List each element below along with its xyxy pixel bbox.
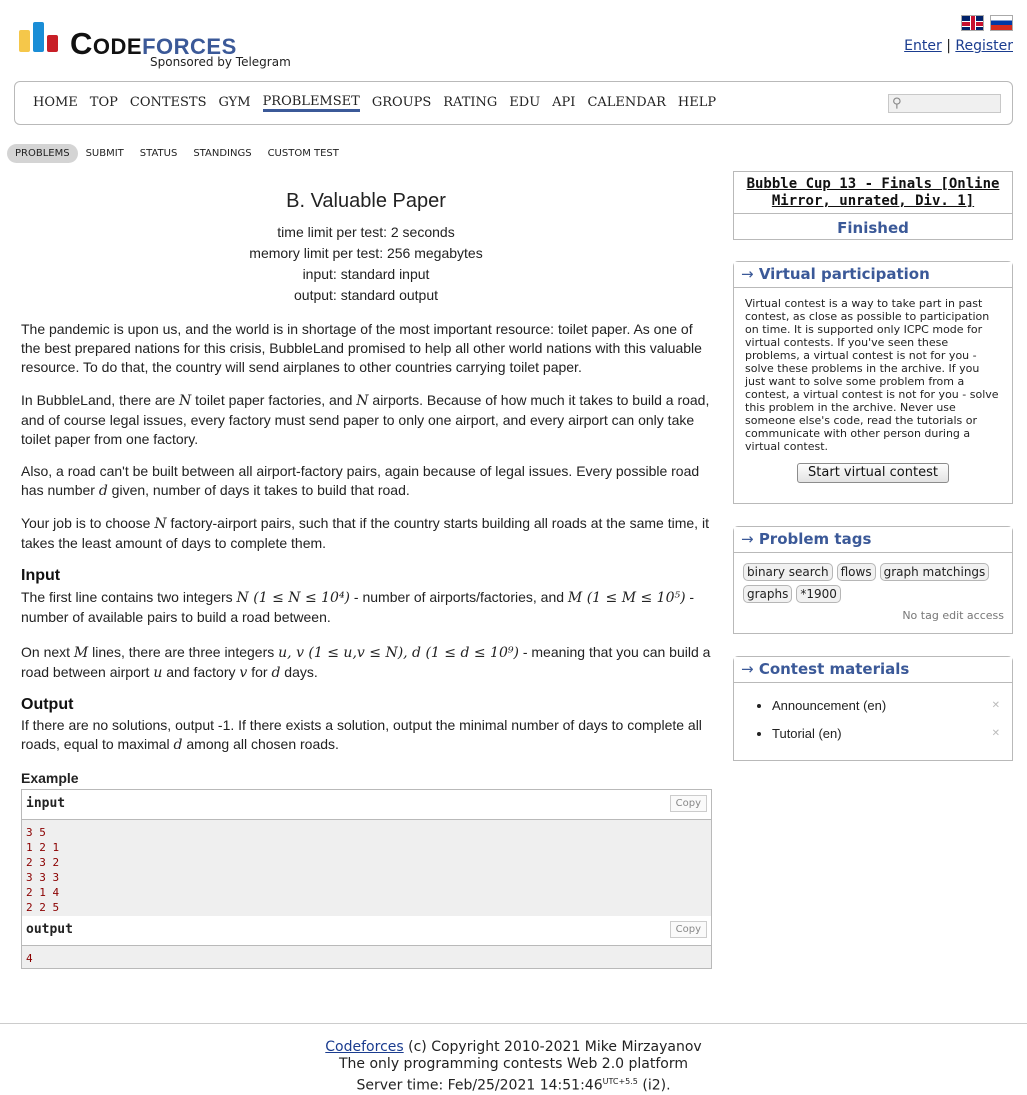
sample-output-box: output Copy 4 bbox=[21, 916, 712, 969]
language-flags bbox=[961, 15, 1013, 31]
example-title: Example bbox=[21, 770, 79, 786]
statement-paragraph-2: In BubbleLand, there are N toilet paper … bbox=[21, 392, 710, 447]
server-timezone: UTC+5.5 bbox=[602, 1077, 638, 1086]
auth-links: Enter | Register bbox=[904, 38, 1013, 54]
time-limit: time limit per test: 2 seconds bbox=[277, 224, 455, 240]
tag-difficulty[interactable]: *1900 bbox=[796, 585, 841, 603]
nav-groups[interactable]: GROUPS bbox=[372, 95, 431, 112]
nav-rating[interactable]: RATING bbox=[443, 95, 497, 112]
statement-paragraph-4: Your job is to choose N factory-airport … bbox=[21, 515, 709, 551]
sponsor-text: Sponsored by Telegram bbox=[150, 55, 291, 69]
problem-tags-box: → Problem tags binary search flows graph… bbox=[733, 526, 1013, 634]
contest-info-box: Bubble Cup 13 - Finals [Online Mirror, u… bbox=[733, 171, 1013, 240]
output-section-title: Output bbox=[21, 696, 74, 713]
server-time: Server time: Feb/25/2021 14:51:46 bbox=[356, 1077, 603, 1094]
virtual-participation-text: Virtual contest is a way to take part in… bbox=[745, 297, 999, 453]
output-spec: output: standard output bbox=[294, 287, 438, 303]
close-icon: ✕ bbox=[991, 700, 1000, 711]
tag-graphs[interactable]: graphs bbox=[743, 585, 793, 603]
footer: Codeforces (c) Copyright 2010-2021 Mike … bbox=[0, 1039, 1027, 1095]
search-icon: ⚲ bbox=[892, 96, 902, 111]
material-announcement-label[interactable]: Announcement (en) bbox=[772, 698, 886, 713]
virtual-participation-box: → Virtual participation Virtual contest … bbox=[733, 261, 1013, 504]
contest-materials-caption: → Contest materials bbox=[734, 657, 1012, 683]
nav-problemset[interactable]: PROBLEMSET bbox=[262, 94, 360, 112]
english-flag-icon[interactable] bbox=[961, 15, 984, 31]
nav-calendar[interactable]: CALENDAR bbox=[587, 95, 665, 112]
tag-edit-note: No tag edit access bbox=[902, 609, 1004, 622]
footer-copyright: (c) Copyright 2010-2021 Mike Mirzayanov bbox=[403, 1039, 702, 1055]
subnav-standings[interactable]: STANDINGS bbox=[185, 144, 259, 163]
statement-paragraph-1: The pandemic is upon us, and the world i… bbox=[21, 321, 702, 375]
sample-input-label: input bbox=[26, 796, 66, 811]
nav-help[interactable]: HELP bbox=[678, 95, 716, 112]
input-paragraph-1: The first line contains two integers N (… bbox=[21, 589, 695, 625]
subnav-status[interactable]: STATUS bbox=[132, 144, 186, 163]
search-input[interactable]: ⚲ bbox=[888, 94, 1001, 113]
tag-binary-search[interactable]: binary search bbox=[743, 563, 833, 581]
problem-tags-caption: → Problem tags bbox=[734, 527, 1012, 553]
server-suffix: (i2). bbox=[637, 1077, 671, 1094]
input-paragraph-2: On next M lines, there are three integer… bbox=[21, 644, 711, 681]
nav-api[interactable]: API bbox=[552, 95, 575, 112]
nav-edu[interactable]: EDU bbox=[509, 95, 540, 112]
russian-flag-icon[interactable] bbox=[990, 15, 1013, 31]
contest-materials-title: Contest materials bbox=[758, 660, 910, 678]
codeforces-logo-icon[interactable] bbox=[19, 22, 61, 52]
arrow-right-icon: → bbox=[741, 530, 754, 548]
subnav-problems[interactable]: PROBLEMS bbox=[7, 144, 78, 163]
subnav-submit[interactable]: SUBMIT bbox=[78, 144, 132, 163]
contest-name-link[interactable]: Bubble Cup 13 - Finals [Online Mirror, u… bbox=[747, 176, 1000, 209]
problem-tags-title: Problem tags bbox=[758, 530, 872, 548]
material-tutorial-label[interactable]: Tutorial (en) bbox=[772, 726, 842, 741]
virtual-participation-title: Virtual participation bbox=[758, 265, 930, 283]
logo-text-code: Code bbox=[70, 26, 143, 61]
statement-paragraph-3: Also, a road can't be built between all … bbox=[21, 463, 700, 499]
sample-output-label: output bbox=[26, 922, 73, 937]
sample-input-box: input Copy 3 5 1 2 1 2 3 2 3 3 3 2 1 4 2… bbox=[21, 789, 712, 920]
nav-contests[interactable]: CONTESTS bbox=[130, 95, 207, 112]
arrow-right-icon: → bbox=[741, 660, 754, 678]
problem-title: B. Valuable Paper bbox=[286, 190, 446, 212]
material-announcement[interactable]: Announcement (en) ✕ bbox=[772, 692, 1000, 720]
memory-limit: memory limit per test: 256 megabytes bbox=[249, 245, 483, 261]
tag-graph-matchings[interactable]: graph matchings bbox=[879, 563, 990, 581]
sample-output-text[interactable]: 4 bbox=[22, 946, 711, 968]
start-virtual-contest-button[interactable]: Start virtual contest bbox=[797, 463, 949, 483]
contest-materials-box: → Contest materials Announcement (en) ✕ T… bbox=[733, 656, 1013, 761]
footer-codeforces-link[interactable]: Codeforces bbox=[325, 1039, 403, 1055]
auth-separator: | bbox=[946, 38, 951, 54]
problemset-subnav: PROBLEMS SUBMIT STATUS STANDINGS CUSTOM … bbox=[7, 144, 347, 163]
tag-flows[interactable]: flows bbox=[836, 563, 876, 581]
input-section-title: Input bbox=[21, 567, 61, 584]
main-menu: HOME TOP CONTESTS GYM PROBLEMSET GROUPS … bbox=[14, 81, 1013, 125]
register-link[interactable]: Register bbox=[955, 38, 1013, 54]
nav-top[interactable]: TOP bbox=[90, 95, 118, 112]
subnav-custom-test[interactable]: CUSTOM TEST bbox=[260, 144, 347, 163]
output-paragraph: If there are no solutions, output -1. If… bbox=[21, 717, 702, 753]
virtual-participation-caption: → Virtual participation bbox=[734, 262, 1012, 288]
input-spec: input: standard input bbox=[302, 266, 430, 282]
sample-input-text[interactable]: 3 5 1 2 1 2 3 2 3 3 3 2 1 4 2 2 5 bbox=[22, 820, 711, 919]
close-icon: ✕ bbox=[991, 728, 1000, 739]
footer-divider bbox=[0, 1023, 1027, 1024]
enter-link[interactable]: Enter bbox=[904, 38, 942, 54]
nav-home[interactable]: HOME bbox=[33, 95, 78, 112]
contest-phase: Finished bbox=[837, 219, 909, 237]
arrow-right-icon: → bbox=[741, 265, 754, 283]
material-tutorial[interactable]: Tutorial (en) ✕ bbox=[772, 720, 1000, 748]
nav-gym[interactable]: GYM bbox=[219, 95, 251, 112]
footer-tagline: The only programming contests Web 2.0 pl… bbox=[339, 1056, 688, 1072]
copy-input-button[interactable]: Copy bbox=[669, 795, 707, 812]
copy-output-button[interactable]: Copy bbox=[669, 921, 707, 938]
